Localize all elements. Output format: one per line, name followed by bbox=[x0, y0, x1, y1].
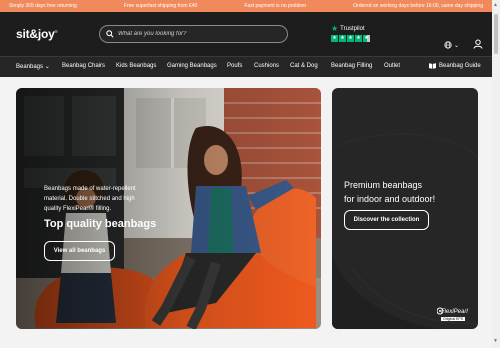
globe-icon bbox=[444, 41, 452, 49]
nav-guide-label: Beanbag Guide bbox=[439, 63, 481, 69]
logo-registered-mark: ® bbox=[54, 29, 58, 34]
nav-item-beanbags[interactable]: Beanbags ⌄ bbox=[16, 63, 50, 70]
scroll-up-arrow-icon[interactable]: ▲ bbox=[493, 2, 498, 8]
main-navigation: Beanbags ⌄ Beanbag Chairs Kids Beanbags … bbox=[0, 56, 492, 77]
nav-item-beanbag-chairs[interactable]: Beanbag Chairs bbox=[62, 63, 105, 69]
hero-title: Top quality beanbags bbox=[44, 218, 157, 230]
promo-card[interactable]: Premium beanbags for indoor and outdoor!… bbox=[332, 88, 478, 329]
book-icon bbox=[429, 63, 436, 69]
rating-star-icon: ★ bbox=[355, 35, 362, 42]
search-icon bbox=[106, 30, 114, 38]
site-header: sit&joy® ★ Trustpilot ★ ★ ★ ★ ★ ⌄ bbox=[0, 12, 492, 56]
nav-item-outlet[interactable]: Outlet bbox=[384, 63, 400, 69]
trustpilot-widget[interactable]: ★ Trustpilot ★ ★ ★ ★ ★ bbox=[331, 25, 370, 42]
search-input[interactable] bbox=[118, 31, 278, 37]
announcement-payment: Fast payment is no problem bbox=[244, 3, 307, 9]
nav-item-cushions[interactable]: Cushions bbox=[254, 63, 279, 69]
scroll-down-arrow-icon[interactable]: ▼ bbox=[493, 338, 498, 344]
rating-star-icon: ★ bbox=[331, 35, 338, 42]
search-bar[interactable] bbox=[99, 25, 288, 43]
rating-star-icon: ★ bbox=[347, 35, 354, 42]
nav-item-gaming-beanbags[interactable]: Gaming Beanbags bbox=[167, 63, 217, 69]
language-selector[interactable]: ⌄ bbox=[444, 41, 459, 49]
hero-banner[interactable]: Beanbags made of water-repellent materia… bbox=[16, 88, 321, 329]
view-all-beanbags-button[interactable]: View all beanbags bbox=[44, 241, 115, 261]
flexipearl-badge-name: FlexiPearl bbox=[441, 309, 468, 315]
nav-beanbag-guide[interactable]: Beanbag Guide bbox=[429, 63, 481, 69]
rating-half-star-icon: ★ bbox=[363, 35, 370, 42]
promo-title-line: Premium beanbags bbox=[344, 180, 423, 190]
announcement-shipping: Free superfast shipping from €40 bbox=[123, 3, 198, 9]
chevron-down-icon: ⌄ bbox=[44, 64, 50, 70]
announcement-bar: Simply 365 days free returning Free supe… bbox=[0, 0, 492, 12]
hero-description: Beanbags made of water-repellent materia… bbox=[44, 184, 159, 214]
scrollbar-thumb[interactable] bbox=[494, 14, 498, 54]
site-logo[interactable]: sit&joy® bbox=[16, 27, 58, 41]
flexipearl-logo-icon bbox=[437, 307, 444, 315]
promo-title: Premium beanbags for indoor and outdoor! bbox=[344, 178, 474, 206]
promo-beanbag-silhouette bbox=[332, 133, 478, 329]
hero-description-line: quality FlexiPearl® filling. bbox=[44, 206, 112, 212]
trustpilot-rating: ★ ★ ★ ★ ★ bbox=[331, 35, 370, 42]
trustpilot-name: Trustpilot bbox=[340, 26, 365, 32]
discover-collection-button[interactable]: Discover the collection bbox=[344, 210, 429, 230]
hero-description-line: material. Double stitched and high bbox=[44, 196, 135, 202]
rating-star-icon: ★ bbox=[339, 35, 346, 42]
user-icon[interactable] bbox=[473, 39, 483, 49]
flexipearl-badge-sub: Original EPS bbox=[441, 317, 466, 321]
nav-item-poufs[interactable]: Poufs bbox=[227, 63, 242, 69]
trustpilot-star-icon: ★ bbox=[331, 24, 339, 33]
nav-item-label: Beanbags bbox=[16, 64, 44, 70]
announcement-same-day: Ordered on working days before 16:00, sa… bbox=[353, 3, 483, 9]
chevron-down-icon: ⌄ bbox=[454, 42, 460, 49]
nav-item-cat-dog[interactable]: Cat & Dog bbox=[290, 63, 318, 69]
logo-text: sit&joy bbox=[16, 27, 55, 41]
announcement-returns: Simply 365 days free returning bbox=[9, 3, 77, 9]
nav-item-kids-beanbags[interactable]: Kids Beanbags bbox=[116, 63, 156, 69]
trustpilot-label: ★ Trustpilot bbox=[331, 25, 370, 33]
nav-item-beanbag-filling[interactable]: Beanbag Filling bbox=[331, 63, 372, 69]
promo-title-line: for indoor and outdoor! bbox=[344, 194, 436, 204]
hero-description-line: Beanbags made of water-repellent bbox=[44, 186, 136, 192]
